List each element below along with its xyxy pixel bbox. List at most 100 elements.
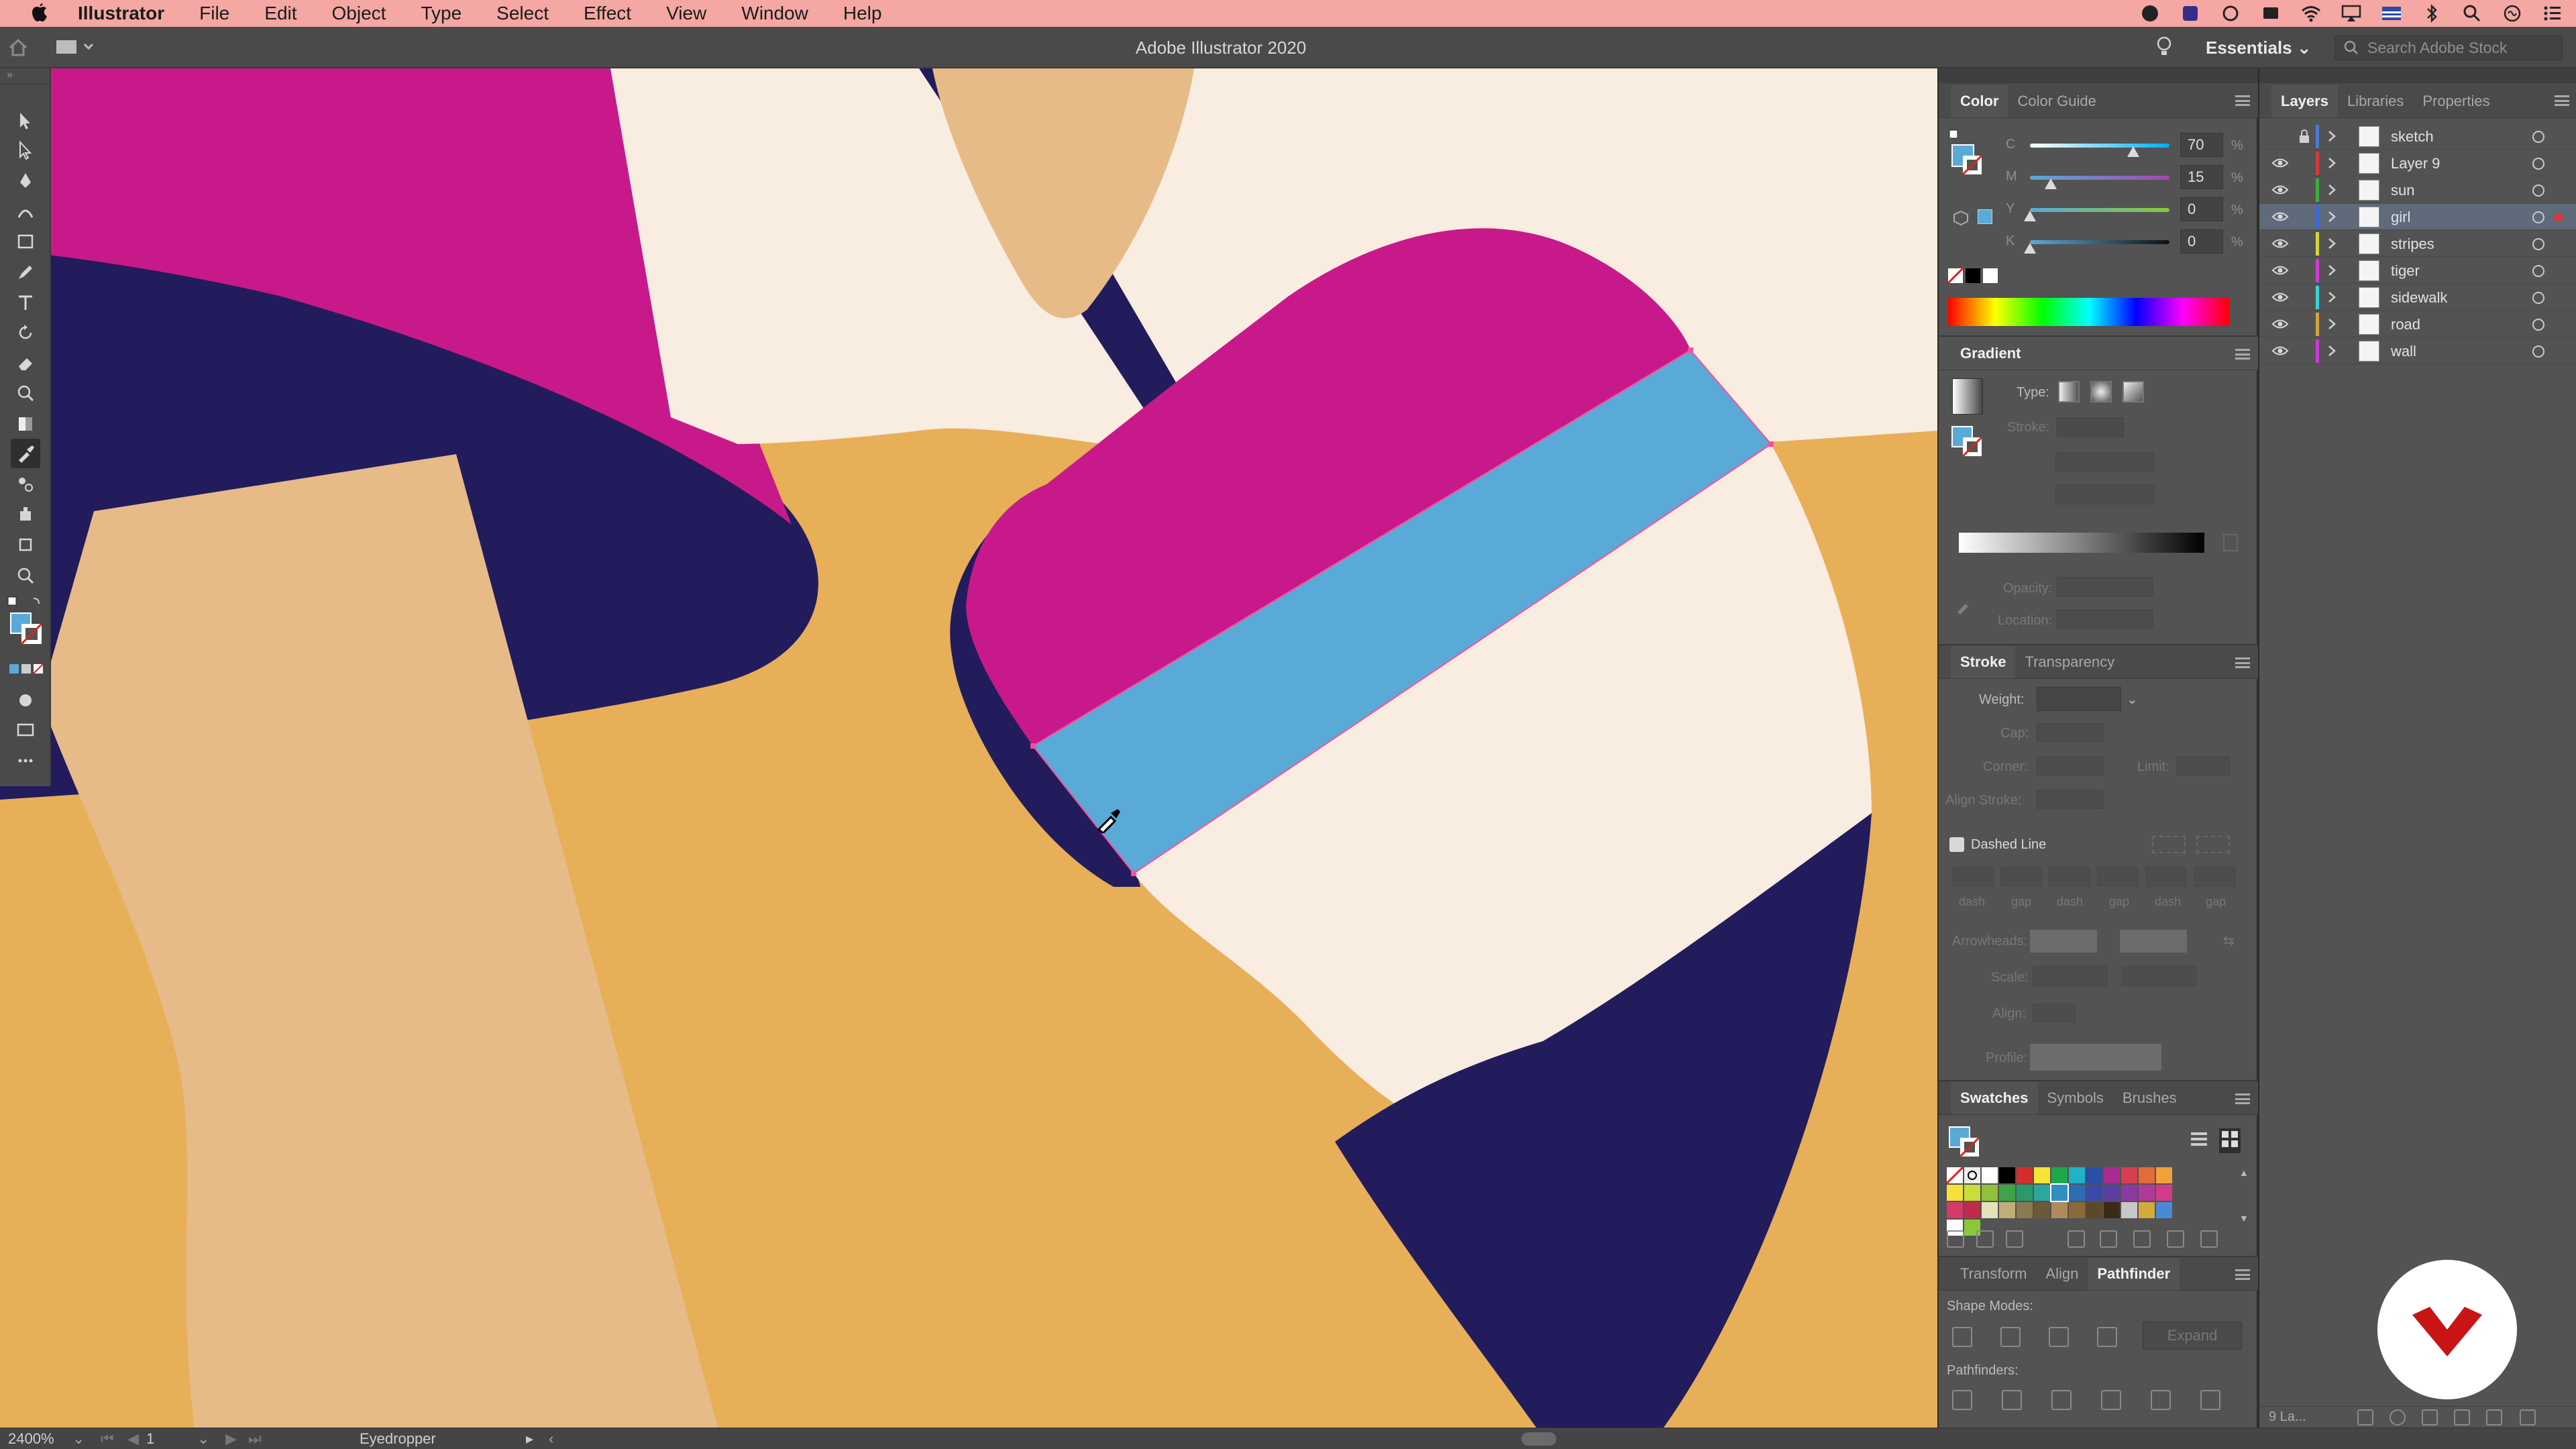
color-swatch[interactable]: [2156, 1202, 2172, 1218]
layer-target-icon[interactable]: [2532, 158, 2544, 170]
menu-help[interactable]: Help: [826, 0, 900, 27]
web-safe-color-swatch[interactable]: [1978, 209, 1992, 224]
bluetooth-icon[interactable]: [2422, 4, 2442, 23]
swatch-kind-icon[interactable]: [1976, 1230, 1994, 1248]
color-panel-menu-icon[interactable]: [2235, 95, 2250, 106]
new-swatch-icon[interactable]: [2167, 1230, 2184, 1248]
pencil-tool-icon[interactable]: [11, 258, 40, 287]
layer-target-icon[interactable]: [2532, 265, 2544, 277]
magenta-value-field[interactable]: 15: [2180, 165, 2223, 189]
new-color-group-icon[interactable]: [2068, 1230, 2085, 1248]
color-swatch[interactable]: [2121, 1202, 2137, 1218]
menu-type[interactable]: Type: [403, 0, 479, 27]
layer-name[interactable]: sidewalk: [2391, 284, 2447, 311]
visibility-eye-icon[interactable]: [2271, 291, 2289, 307]
color-swatch[interactable]: [2017, 1202, 2033, 1218]
outline-icon[interactable]: [2151, 1390, 2171, 1410]
lock-icon[interactable]: [2298, 129, 2310, 148]
swatches-fill-stroke-widget[interactable]: [1947, 1124, 1987, 1165]
new-sublayer-icon[interactable]: [2454, 1409, 2470, 1426]
sync-icon[interactable]: [2220, 4, 2241, 23]
gradient-tool-icon[interactable]: [11, 409, 40, 439]
stock-search-input[interactable]: Search Adobe Stock: [2334, 35, 2563, 60]
spotlight-search-icon[interactable]: [2462, 4, 2482, 23]
symbol-sprayer-tool-icon[interactable]: [11, 499, 40, 529]
minus-front-icon[interactable]: [2000, 1327, 2021, 1347]
flag-icon[interactable]: [2381, 4, 2402, 23]
curvature-tool-icon[interactable]: [11, 197, 40, 227]
layer-name[interactable]: Layer 9: [2391, 150, 2440, 176]
artboard-number-field[interactable]: 1: [146, 1428, 154, 1449]
color-swatch[interactable]: [2034, 1185, 2050, 1201]
scroll-down-icon[interactable]: ▼: [2239, 1213, 2249, 1224]
siri-icon[interactable]: [2502, 4, 2522, 23]
out-of-gamut-icon[interactable]: [1952, 209, 1970, 230]
menu-window[interactable]: Window: [724, 0, 826, 27]
swatches-panel-menu-icon[interactable]: [2235, 1093, 2250, 1104]
eyedropper-tool-icon[interactable]: [11, 439, 40, 468]
visibility-eye-icon[interactable]: [2271, 237, 2289, 253]
tab-transparency[interactable]: Transparency: [2015, 646, 2124, 678]
gradient-slider-bar[interactable]: [1959, 533, 2204, 553]
color-swatch[interactable]: [2051, 1167, 2068, 1183]
stroke-weight-field[interactable]: [2037, 687, 2121, 711]
dashed-line-checkbox[interactable]: [1949, 837, 1964, 852]
registration-swatch[interactable]: [1964, 1167, 1980, 1183]
color-swatch[interactable]: [1999, 1185, 2015, 1201]
layer-row[interactable]: road: [2259, 311, 2576, 337]
layer-name[interactable]: road: [2391, 311, 2420, 337]
black-value-field[interactable]: 0: [2180, 229, 2223, 254]
layer-name[interactable]: sun: [2391, 177, 2414, 203]
tab-color[interactable]: Color: [1951, 85, 2008, 117]
layer-row[interactable]: sidewalk: [2259, 284, 2576, 311]
exclude-icon[interactable]: [2097, 1327, 2117, 1347]
color-swatch[interactable]: [2104, 1185, 2120, 1201]
zoom-dropdown-icon[interactable]: ⌄: [72, 1428, 85, 1449]
drawing-mode-icon[interactable]: [11, 686, 40, 715]
gradient-panel-menu-icon[interactable]: [2235, 349, 2250, 360]
menu-effect[interactable]: Effect: [566, 0, 649, 27]
artboard-canvas[interactable]: [0, 68, 1937, 1428]
color-swatch[interactable]: [1947, 1202, 1963, 1218]
color-swatch[interactable]: [1982, 1167, 1998, 1183]
yellow-slider-thumb[interactable]: [2024, 211, 2036, 221]
current-tool-status[interactable]: Eyedropper: [360, 1428, 436, 1449]
color-swatch[interactable]: [2017, 1167, 2033, 1183]
tab-align[interactable]: Align: [2036, 1258, 2088, 1290]
none-white-black-swatches[interactable]: [1947, 267, 2003, 288]
zoom-tool-icon[interactable]: [11, 561, 40, 590]
color-swatch[interactable]: [2086, 1167, 2102, 1183]
layer-row[interactable]: sketch: [2259, 123, 2576, 150]
yellow-slider[interactable]: [2030, 208, 2169, 212]
horizontal-scrollbar-thumb[interactable]: [1521, 1432, 1556, 1446]
color-swatch[interactable]: [2104, 1167, 2120, 1183]
panel-collapse-bar[interactable]: [1939, 68, 2258, 83]
layer-row[interactable]: wall: [2259, 338, 2576, 364]
color-swatch[interactable]: [2104, 1202, 2120, 1218]
layer-target-icon[interactable]: [2532, 345, 2544, 358]
minus-back-icon[interactable]: [2200, 1390, 2220, 1410]
cyan-slider-thumb[interactable]: [2127, 146, 2139, 157]
layer-target-icon[interactable]: [2532, 211, 2544, 223]
swatch-libraries-icon[interactable]: [1947, 1230, 1964, 1248]
trim-icon[interactable]: [2002, 1390, 2022, 1410]
add-swatch-icon[interactable]: [2133, 1230, 2151, 1248]
cyan-value-field[interactable]: 70: [2180, 133, 2223, 157]
tab-pathfinder[interactable]: Pathfinder: [2088, 1258, 2180, 1290]
zoom-level-field[interactable]: 2400%: [8, 1428, 54, 1449]
color-swatch[interactable]: [2017, 1185, 2033, 1201]
expand-layer-chevron-icon[interactable]: [2326, 290, 2337, 307]
scroll-left-icon[interactable]: ‹: [549, 1428, 553, 1449]
pen-tool-icon[interactable]: [11, 166, 40, 196]
stroke-panel-menu-icon[interactable]: [2235, 657, 2250, 668]
artboard-dropdown-icon[interactable]: ⌄: [197, 1428, 209, 1449]
expand-layer-chevron-icon[interactable]: [2326, 156, 2337, 173]
visibility-eye-icon[interactable]: [2271, 211, 2289, 226]
expand-layer-chevron-icon[interactable]: [2326, 129, 2337, 146]
merge-icon[interactable]: [2051, 1390, 2072, 1410]
warp-tool-icon[interactable]: [11, 378, 40, 408]
color-swatch[interactable]: [2121, 1167, 2137, 1183]
tab-transform[interactable]: Transform: [1951, 1258, 2036, 1290]
locate-object-icon[interactable]: [2390, 1409, 2406, 1426]
layer-row[interactable]: Layer 9: [2259, 150, 2576, 176]
